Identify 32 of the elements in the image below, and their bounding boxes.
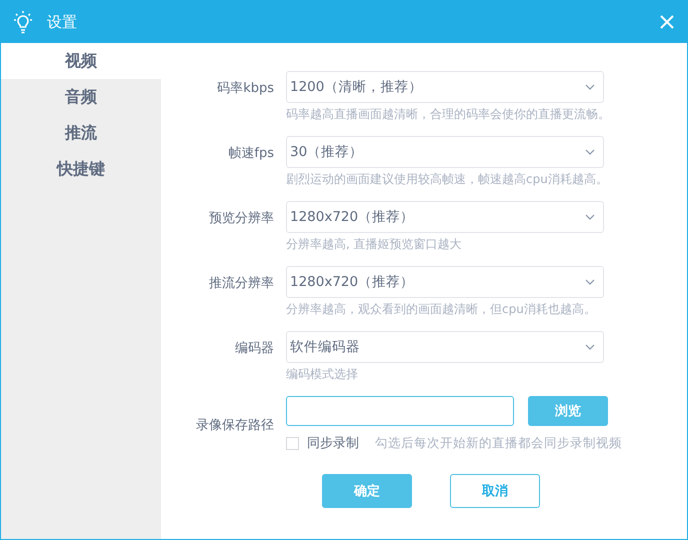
field-label: 编码器	[234, 340, 275, 358]
checkbox-label[interactable]: 同步录制	[307, 434, 359, 452]
sidebar-tab[interactable]: 音频	[1, 79, 161, 115]
field-label: 推流分辨率	[208, 275, 275, 293]
dropdown[interactable]: 软件编码器	[286, 331, 604, 363]
chevron-down-icon	[585, 344, 595, 350]
dropdown[interactable]: 1200（清晰，推荐）	[286, 71, 604, 103]
dropdown[interactable]: 1280x720（推荐）	[286, 266, 604, 298]
chevron-down-icon	[585, 149, 595, 155]
hint-text: 编码模式选择	[286, 366, 359, 383]
path-field[interactable]	[286, 396, 514, 426]
sidebar-tab[interactable]: 快捷键	[1, 151, 161, 187]
field-label: 帧速fps	[227, 145, 275, 163]
hint-text: 分辨率越高，观众看到的画面越清晰，但cpu消耗也越高。	[286, 301, 597, 318]
hint-text: 码率越高直播画面越清晰，合理的码率会使你的直播更流畅。	[286, 106, 610, 123]
field-label: 录像保存路径	[195, 417, 275, 435]
checkbox[interactable]	[286, 436, 299, 450]
dropdown[interactable]: 1280x720（推荐）	[286, 201, 604, 233]
field-label: 码率kbps	[216, 80, 275, 98]
hint-text: 剧烈运动的画面建议使用较高帧速，帧速越高cpu消耗越高。	[286, 171, 608, 188]
hint-text: 勾选后每次开始新的直播都会同步录制视频	[375, 434, 622, 452]
lightbulb-icon	[11, 10, 35, 34]
dropdown[interactable]: 30（推荐）	[286, 136, 604, 168]
chevron-down-icon	[585, 214, 595, 220]
chevron-down-icon	[585, 279, 595, 285]
sidebar-tab[interactable]: 推流	[1, 115, 161, 151]
chevron-down-icon	[585, 84, 595, 90]
window-title: 设置	[47, 12, 78, 32]
hint-text: 分辨率越高, 直播姬预览窗口越大	[286, 236, 463, 253]
field-label: 预览分辨率	[208, 210, 275, 228]
close-icon[interactable]	[659, 14, 675, 30]
sidebar-tab[interactable]: 视频	[1, 43, 161, 79]
